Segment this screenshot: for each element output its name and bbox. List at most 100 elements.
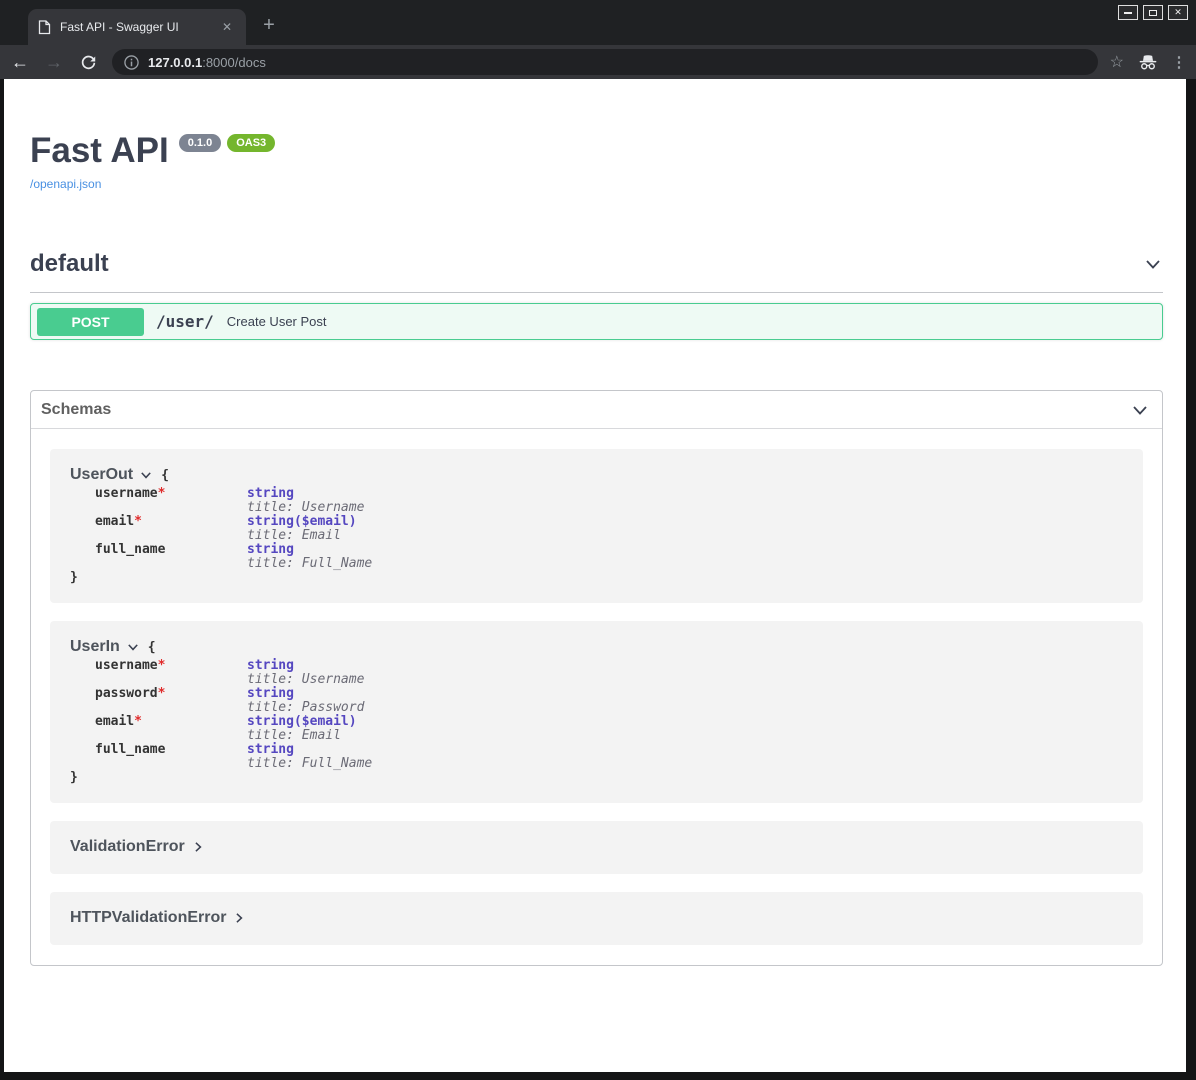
browser-tab[interactable]: Fast API - Swagger UI ✕ bbox=[28, 9, 246, 45]
property-description: stringtitle: Username bbox=[247, 487, 364, 515]
minimize-icon bbox=[1124, 12, 1132, 14]
chevron-right-icon bbox=[232, 911, 246, 925]
tag-name: default bbox=[30, 250, 109, 278]
property-description: string($email)title: Email bbox=[247, 715, 357, 743]
property-type: string bbox=[247, 743, 372, 757]
property-type: string($email) bbox=[247, 515, 357, 529]
model-toggle-HTTPValidationError[interactable]: HTTPValidationError bbox=[70, 909, 1123, 927]
incognito-icon bbox=[1138, 54, 1158, 71]
chevron-down-icon bbox=[126, 640, 140, 654]
url-text: 127.0.0.1:8000/docs bbox=[148, 55, 266, 70]
model-name: HTTPValidationError bbox=[70, 909, 226, 927]
property-username: username*stringtitle: Username bbox=[95, 487, 1123, 515]
model-toggle-UserIn[interactable]: UserIn { bbox=[70, 638, 1123, 656]
reload-button[interactable] bbox=[74, 48, 102, 76]
page-content: Fast API 0.1.0 OAS3 /openapi.json defaul… bbox=[4, 79, 1186, 1072]
property-full_name: full_namestringtitle: Full_Name bbox=[95, 743, 1123, 771]
property-name: full_name bbox=[95, 543, 247, 571]
schemas-section: Schemas UserOut{username*stringtitle: Us… bbox=[30, 390, 1163, 966]
openapi-json-link[interactable]: /openapi.json bbox=[30, 177, 101, 191]
model-UserOut: UserOut{username*stringtitle: Usernameem… bbox=[50, 449, 1143, 603]
browser-menu-icon[interactable]: ⋮ bbox=[1172, 53, 1186, 71]
address-bar[interactable]: 127.0.0.1:8000/docs bbox=[112, 49, 1098, 75]
property-description: stringtitle: Username bbox=[247, 659, 364, 687]
oas3-badge: OAS3 bbox=[227, 134, 275, 152]
model-ValidationError: ValidationError bbox=[50, 821, 1143, 874]
property-type: string bbox=[247, 543, 372, 557]
property-title: title: Email bbox=[247, 529, 357, 543]
version-badge: 0.1.0 bbox=[179, 134, 221, 152]
new-tab-button[interactable]: + bbox=[256, 13, 282, 39]
operation-summary: Create User Post bbox=[227, 314, 327, 329]
method-badge: POST bbox=[37, 308, 144, 336]
model-properties: username*stringtitle: Usernameemail*stri… bbox=[95, 487, 1123, 571]
reload-icon bbox=[80, 54, 97, 71]
property-name: username* bbox=[95, 659, 247, 687]
property-email: email*string($email)title: Email bbox=[95, 715, 1123, 743]
property-name: email* bbox=[95, 715, 247, 743]
maximize-icon bbox=[1149, 10, 1157, 16]
schemas-title: Schemas bbox=[41, 401, 111, 419]
tag-default-header[interactable]: default bbox=[30, 250, 1163, 293]
property-password: password*stringtitle: Password bbox=[95, 687, 1123, 715]
api-info: Fast API 0.1.0 OAS3 /openapi.json bbox=[30, 132, 1186, 193]
close-brace: } bbox=[70, 571, 1123, 585]
property-title: title: Username bbox=[247, 501, 364, 515]
property-title: title: Full_Name bbox=[247, 757, 372, 771]
required-star: * bbox=[158, 658, 166, 673]
close-brace: } bbox=[70, 771, 1123, 785]
model-toggle-UserOut[interactable]: UserOut { bbox=[70, 466, 1123, 484]
property-description: stringtitle: Password bbox=[247, 687, 364, 715]
property-name: full_name bbox=[95, 743, 247, 771]
model-toggle-ValidationError[interactable]: ValidationError bbox=[70, 838, 1123, 856]
property-type: string($email) bbox=[247, 715, 357, 729]
tab-close-icon[interactable]: ✕ bbox=[218, 18, 236, 36]
operation-path: /user/ bbox=[156, 312, 214, 331]
property-type: string bbox=[247, 487, 364, 501]
browser-titlebar: Fast API - Swagger UI ✕ + ✕ bbox=[0, 0, 1196, 45]
chevron-down-icon bbox=[139, 468, 153, 482]
property-title: title: Username bbox=[247, 673, 364, 687]
property-username: username*stringtitle: Username bbox=[95, 659, 1123, 687]
tag-section-default: default POST /user/ Create User Post bbox=[30, 250, 1163, 340]
property-full_name: full_namestringtitle: Full_Name bbox=[95, 543, 1123, 571]
model-name: ValidationError bbox=[70, 838, 185, 856]
chevron-down-icon bbox=[1143, 254, 1163, 274]
window-close-button[interactable]: ✕ bbox=[1168, 5, 1188, 20]
tab-title: Fast API - Swagger UI bbox=[60, 20, 218, 34]
property-name: password* bbox=[95, 687, 247, 715]
property-type: string bbox=[247, 659, 364, 673]
browser-toolbar: ← → 127.0.0.1:8000/docs ☆ ⋮ bbox=[0, 45, 1196, 79]
property-title: title: Password bbox=[247, 701, 364, 715]
model-UserIn: UserIn{username*stringtitle: Usernamepas… bbox=[50, 621, 1143, 803]
forward-button[interactable]: → bbox=[40, 48, 68, 76]
chevron-right-icon bbox=[191, 840, 205, 854]
model-properties: username*stringtitle: Usernamepassword*s… bbox=[95, 659, 1123, 771]
property-type: string bbox=[247, 687, 364, 701]
property-email: email*string($email)title: Email bbox=[95, 515, 1123, 543]
schemas-header[interactable]: Schemas bbox=[31, 391, 1162, 429]
info-icon bbox=[124, 55, 139, 70]
required-star: * bbox=[134, 714, 142, 729]
property-description: stringtitle: Full_Name bbox=[247, 743, 372, 771]
schemas-body: UserOut{username*stringtitle: Usernameem… bbox=[31, 429, 1162, 965]
property-name: email* bbox=[95, 515, 247, 543]
property-name: username* bbox=[95, 487, 247, 515]
model-HTTPValidationError: HTTPValidationError bbox=[50, 892, 1143, 945]
back-button[interactable]: ← bbox=[6, 48, 34, 76]
page-title: Fast API 0.1.0 OAS3 bbox=[30, 132, 1186, 170]
bookmark-star-icon[interactable]: ☆ bbox=[1110, 52, 1124, 72]
window-minimize-button[interactable] bbox=[1118, 5, 1138, 20]
open-brace: { bbox=[161, 468, 169, 483]
page-icon bbox=[38, 20, 51, 35]
property-title: title: Full_Name bbox=[247, 557, 372, 571]
window-controls: ✕ bbox=[1118, 5, 1188, 20]
model-name: UserOut bbox=[70, 466, 133, 484]
chevron-down-icon bbox=[1130, 400, 1150, 420]
open-brace: { bbox=[148, 640, 156, 655]
property-description: stringtitle: Full_Name bbox=[247, 543, 372, 571]
window-maximize-button[interactable] bbox=[1143, 5, 1163, 20]
operation-post-user[interactable]: POST /user/ Create User Post bbox=[30, 303, 1163, 340]
required-star: * bbox=[134, 514, 142, 529]
model-name: UserIn bbox=[70, 638, 120, 656]
